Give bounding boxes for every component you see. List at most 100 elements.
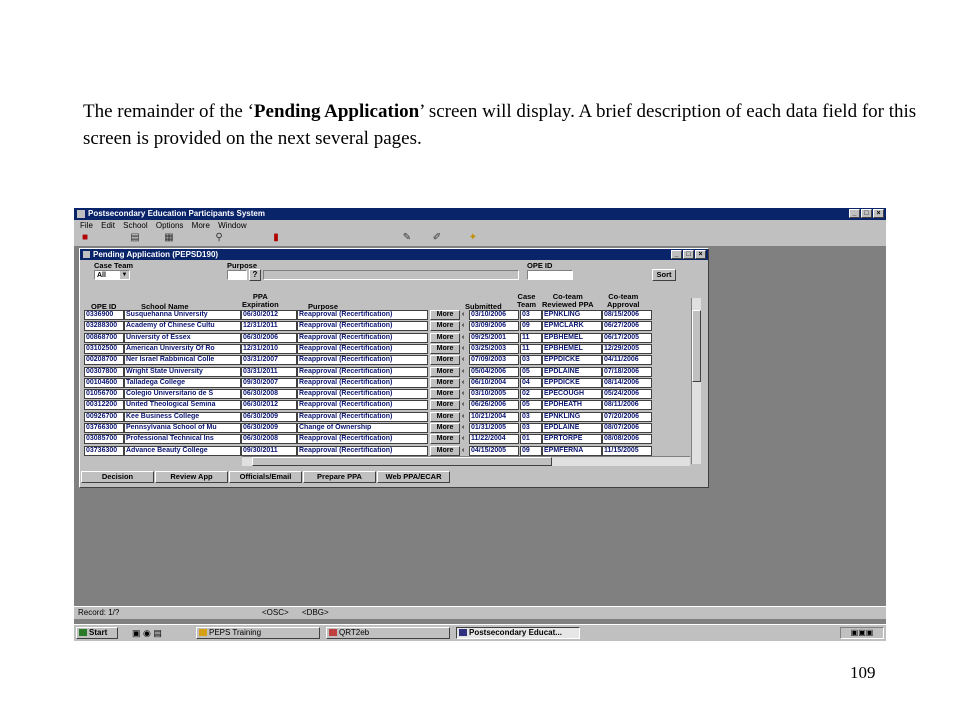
cell-school-name[interactable]: Colegio Universitario de S [124,389,241,400]
cell-purpose[interactable]: Reapproval (Recertification) [297,434,428,445]
horizontal-scroll-thumb[interactable] [252,457,552,466]
cell-ope-id[interactable]: 00312200 [84,400,124,411]
cell-approval[interactable]: 07/18/2006 [602,366,652,377]
edit-icon[interactable]: ✎ [400,232,414,244]
more-button[interactable]: More [430,434,460,445]
cell-approval[interactable]: 12/29/2005 [602,343,652,354]
cell-ppa-expiration[interactable]: 06/30/2009 [241,411,297,422]
cell-ope-id[interactable]: 00868700 [84,332,124,343]
cell-ope-id[interactable]: 00307800 [84,366,124,377]
menu-school[interactable]: School [123,221,147,230]
minimize-icon[interactable]: _ [849,209,860,218]
cell-ppa-expiration[interactable]: 06/30/2006 [241,332,297,343]
review-app-button[interactable]: Review App [155,471,228,483]
cell-reviewed-ppa[interactable]: EPNKLING [542,310,602,320]
cell-ope-id[interactable]: 00926700 [84,411,124,422]
cell-reviewed-ppa[interactable]: EPDLAINE [542,423,602,433]
cell-ope-id[interactable]: 03085700 [84,434,124,445]
cell-reviewed-ppa[interactable]: EPDLAINE [542,366,602,377]
cell-reviewed-ppa[interactable]: EPECOUGH [542,389,602,400]
note-icon[interactable]: ✐ [430,232,444,244]
cell-purpose[interactable]: Reapproval (Recertification) [297,332,428,343]
cell-approval[interactable]: 08/11/2006 [602,400,652,411]
more-button[interactable]: More [430,343,460,354]
menu-file[interactable]: File [80,221,93,230]
cell-submitted[interactable]: 03/09/2006 [469,321,519,332]
cell-reviewed-ppa[interactable]: EPBHEMEL [542,343,602,354]
print-icon[interactable]: ▤ [128,232,142,244]
more-button[interactable]: More [430,366,460,377]
cell-submitted[interactable]: 11/22/2004 [469,434,519,445]
decision-button[interactable]: Decision [81,471,154,483]
case-team-select[interactable]: All ▼ [94,270,130,280]
more-button[interactable]: More [430,423,460,433]
cell-ppa-expiration[interactable]: 12/31/2010 [241,343,297,354]
cell-ppa-expiration[interactable]: 06/30/2009 [241,423,297,433]
search-icon[interactable]: ⚲ [212,232,226,244]
cell-school-name[interactable]: Kee Business College [124,411,241,422]
table-row[interactable]: 03102500 American University Of Ro 12/31/2… [84,343,664,354]
cell-approval[interactable]: 08/14/2006 [602,377,652,388]
cell-case-team[interactable]: 11 [520,343,542,354]
quicklaunch-icons[interactable]: ▣ ◉ ▤ [132,628,162,639]
more-button[interactable]: More [430,355,460,366]
inner-close-icon[interactable]: × [695,250,706,259]
more-button[interactable]: More [430,377,460,388]
cell-ope-id[interactable]: 03102500 [84,343,124,354]
more-button[interactable]: More [430,400,460,411]
table-row[interactable]: 01056700 Colegio Universitario de S 06/30/… [84,389,664,400]
cell-reviewed-ppa[interactable]: EPBHEMEL [542,332,602,343]
web-ppa-ecar-button[interactable]: Web PPA/ECAR [377,471,450,483]
cell-approval[interactable]: 05/24/2006 [602,389,652,400]
table-row[interactable]: 00868700 University of Essex 06/30/2006 Rea… [84,332,664,343]
form-icon[interactable]: ▦ [162,232,176,244]
more-button[interactable]: More [430,445,460,456]
table-row[interactable]: 00208700 Ner Israel Rabbinical Colle 03/31… [84,355,664,366]
cell-ppa-expiration[interactable]: 06/30/2012 [241,310,297,320]
cell-ope-id[interactable]: 0336900 [84,310,124,320]
taskbar-item-peps[interactable]: Postsecondary Educat... [456,627,580,639]
inner-minimize-icon[interactable]: _ [671,250,682,259]
menu-options[interactable]: Options [156,221,184,230]
menu-edit[interactable]: Edit [101,221,115,230]
cell-ope-id[interactable]: 03736300 [84,445,124,456]
prepare-ppa-button[interactable]: Prepare PPA [303,471,376,483]
cell-submitted[interactable]: 07/09/2003 [469,355,519,366]
more-button[interactable]: More [430,310,460,320]
taskbar-item-qrt2eb[interactable]: QRT2eb [326,627,450,639]
more-button[interactable]: More [430,411,460,422]
cell-school-name[interactable]: Wright State University [124,366,241,377]
cell-case-team[interactable]: 03 [520,423,542,433]
cell-submitted[interactable]: 06/10/2004 [469,377,519,388]
table-row[interactable]: 00926700 Kee Business College 06/30/2009 Re… [84,411,664,422]
taskbar-item-peps-training[interactable]: PEPS Training [196,627,320,639]
cell-case-team[interactable]: 04 [520,377,542,388]
cell-submitted[interactable]: 10/21/2004 [469,411,519,422]
cell-approval[interactable]: 08/08/2006 [602,434,652,445]
cell-ope-id[interactable]: 03288300 [84,321,124,332]
lookup-icon[interactable]: ? [249,269,261,281]
cell-ppa-expiration[interactable]: 03/31/2011 [241,366,297,377]
cell-submitted[interactable]: 03/25/2003 [469,343,519,354]
cell-reviewed-ppa[interactable]: EPDHEATH [542,400,602,411]
more-button[interactable]: More [430,389,460,400]
cell-case-team[interactable]: 03 [520,411,542,422]
cell-ope-id[interactable]: 01056700 [84,389,124,400]
cell-submitted[interactable]: 03/10/2005 [469,389,519,400]
cell-reviewed-ppa[interactable]: EPPDICKE [542,377,602,388]
cell-ppa-expiration[interactable]: 06/30/2012 [241,400,297,411]
cell-school-name[interactable]: Ner Israel Rabbinical Colle [124,355,241,366]
cell-case-team[interactable]: 01 [520,434,542,445]
star-icon[interactable]: ✦ [466,232,480,244]
close-icon[interactable]: × [873,209,884,218]
cell-submitted[interactable]: 04/15/2005 [469,445,519,456]
tool-icon[interactable]: ▮ [269,232,283,244]
cell-approval[interactable]: 08/07/2006 [602,423,652,433]
cell-school-name[interactable]: Academy of Chinese Cultu [124,321,241,332]
cell-case-team[interactable]: 11 [520,332,542,343]
table-row[interactable]: 0336900 Susquehanna University 06/30/2012 R… [84,310,664,320]
cell-purpose[interactable]: Reapproval (Recertification) [297,445,428,456]
cell-case-team[interactable]: 03 [520,310,542,320]
maximize-icon[interactable]: □ [861,209,872,218]
cell-approval[interactable]: 04/11/2006 [602,355,652,366]
